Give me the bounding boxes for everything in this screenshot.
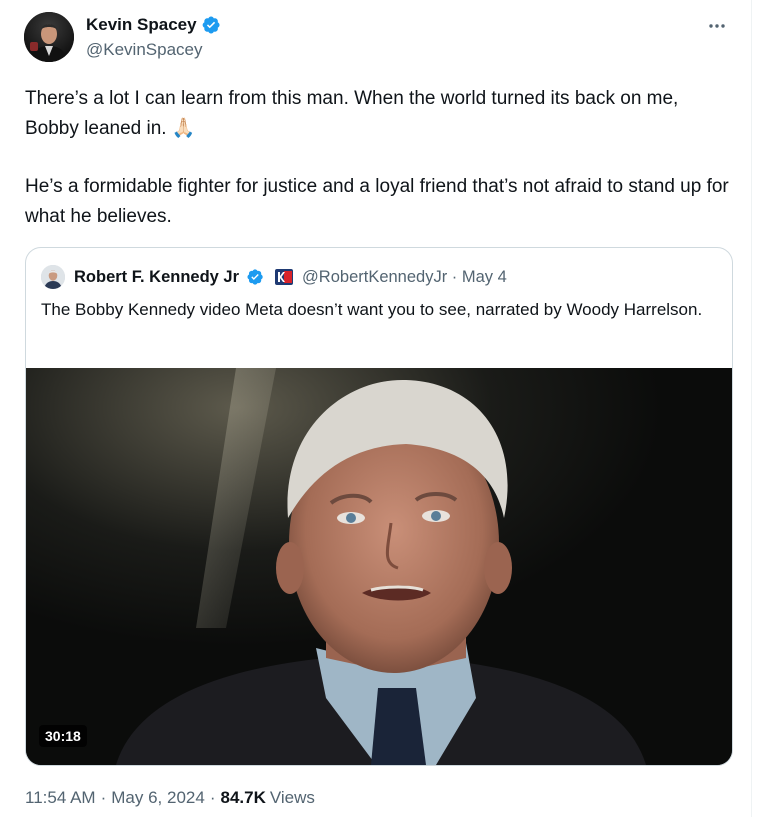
tweet-paragraph-2: He’s a formidable fighter for justice an… (25, 176, 729, 227)
author-display-name[interactable]: Kevin Spacey (86, 15, 197, 35)
quoted-author-avatar[interactable] (41, 265, 65, 289)
verified-badge-icon[interactable] (201, 15, 221, 35)
tweet-paragraph-1: There’s a lot I can learn from this man.… (25, 88, 679, 139)
tweet-date[interactable]: May 6, 2024 (111, 788, 205, 808)
quoted-handle-date[interactable]: @RobertKennedyJr · May 4 (302, 268, 507, 287)
quoted-tweet-text: The Bobby Kennedy video Meta doesn’t wan… (41, 300, 703, 319)
views-count[interactable]: 84.7K (220, 788, 265, 808)
author-avatar[interactable] (24, 12, 74, 62)
affiliate-flag-icon[interactable] (275, 269, 294, 285)
quoted-tweet[interactable]: Robert F. Kennedy Jr @RobertKennedyJr · … (25, 247, 733, 766)
quoted-tweet-header: Robert F. Kennedy Jr @RobertKennedyJr · … (41, 265, 507, 289)
video-player[interactable]: 30:18 (26, 368, 732, 765)
author-handle[interactable]: @KevinSpacey (86, 40, 221, 60)
views-label: Views (269, 788, 315, 807)
author-block: Kevin Spacey @KevinSpacey (86, 15, 221, 60)
tweet-card: Kevin Spacey @KevinSpacey There’s a lot … (0, 0, 752, 817)
meta-separator: · (100, 788, 107, 807)
tweet-time[interactable]: 11:54 AM (25, 788, 96, 808)
meta-separator: · (209, 788, 216, 807)
tweet-text: There’s a lot I can learn from this man.… (25, 84, 737, 260)
more-horizontal-icon (709, 24, 725, 28)
more-options-button[interactable] (705, 14, 729, 38)
verified-badge-icon[interactable] (246, 268, 264, 286)
quoted-author-name[interactable]: Robert F. Kennedy Jr (74, 268, 239, 287)
video-thumbnail (26, 368, 732, 765)
tweet-meta: 11:54 AM · May 6, 2024 · 84.7K Views (25, 788, 315, 808)
video-duration-badge: 30:18 (39, 725, 87, 747)
